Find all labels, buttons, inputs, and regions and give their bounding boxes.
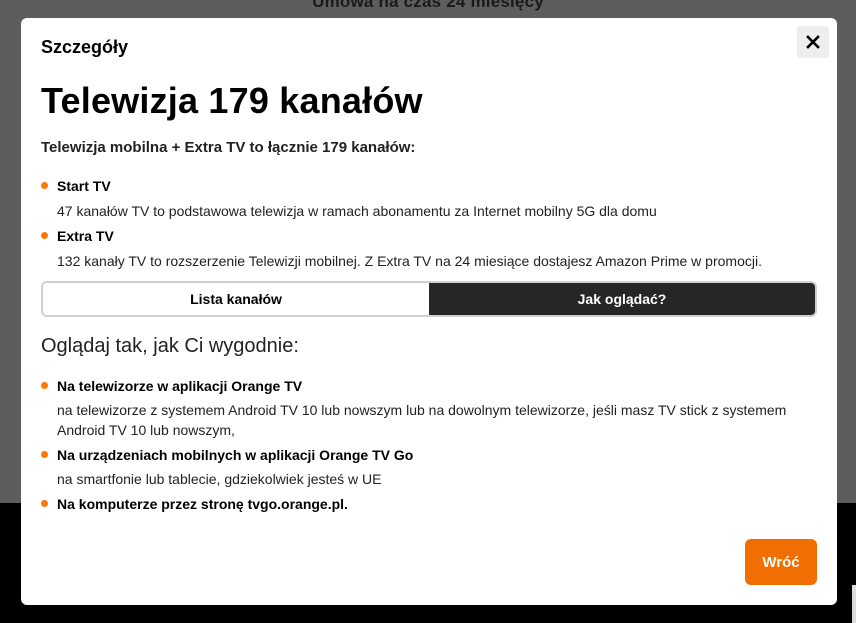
details-modal: Szczegóły Telewizja 179 kanałów Telewizj…	[21, 18, 837, 605]
page-title: Telewizja 179 kanałów	[41, 80, 423, 121]
channels-summary: Telewizja mobilna + Extra TV to łącznie …	[41, 139, 416, 156]
modal-header: Szczegóły	[41, 37, 129, 57]
watch-option-description: na telewizorze z systemem Android TV 10 …	[57, 402, 787, 438]
list-item: Na urządzeniach mobilnych w aplikacji Or…	[41, 446, 821, 489]
bullet-dot-icon	[41, 451, 48, 458]
watch-option-description: na smartfonie lub tablecie, gdziekolwiek…	[57, 471, 382, 487]
tab-channel-list[interactable]: Lista kanałów	[43, 283, 429, 315]
package-list: Start TV 47 kanałów TV to podstawowa tel…	[41, 177, 821, 277]
section-heading: Oglądaj tak, jak Ci wygodnie:	[41, 335, 299, 357]
package-description: 47 kanałów TV to podstawowa telewizja w …	[57, 203, 657, 219]
close-icon	[806, 35, 820, 49]
watch-options-list: Na telewizorze w aplikacji Orange TV na …	[41, 377, 821, 519]
package-title: Extra TV	[57, 228, 114, 244]
list-item: Start TV 47 kanałów TV to podstawowa tel…	[41, 177, 821, 221]
background-contract-text: Umowa na czas 24 miesięcy	[312, 0, 544, 11]
watch-option-title: Na urządzeniach mobilnych w aplikacji Or…	[57, 447, 414, 463]
tab-bar: Lista kanałów Jak oglądać?	[41, 281, 817, 317]
tab-how-to-watch[interactable]: Jak oglądać?	[429, 283, 815, 315]
list-item: Extra TV 132 kanały TV to rozszerzenie T…	[41, 227, 821, 271]
bullet-dot-icon	[41, 182, 48, 189]
bullet-dot-icon	[41, 232, 48, 239]
list-item: Na telewizorze w aplikacji Orange TV na …	[41, 377, 821, 440]
back-button[interactable]: Wróć	[745, 539, 817, 585]
package-description: 132 kanały TV to rozszerzenie Telewizji …	[57, 253, 762, 269]
bullet-dot-icon	[41, 500, 48, 507]
close-button[interactable]	[797, 26, 829, 58]
bullet-dot-icon	[41, 382, 48, 389]
watch-option-title: Na telewizorze w aplikacji Orange TV	[57, 378, 303, 394]
package-title: Start TV	[57, 178, 111, 194]
page-scroll-edge	[852, 585, 856, 623]
watch-option-title: Na komputerze przez stronę tvgo.orange.p…	[57, 496, 348, 512]
list-item: Na komputerze przez stronę tvgo.orange.p…	[41, 495, 821, 513]
